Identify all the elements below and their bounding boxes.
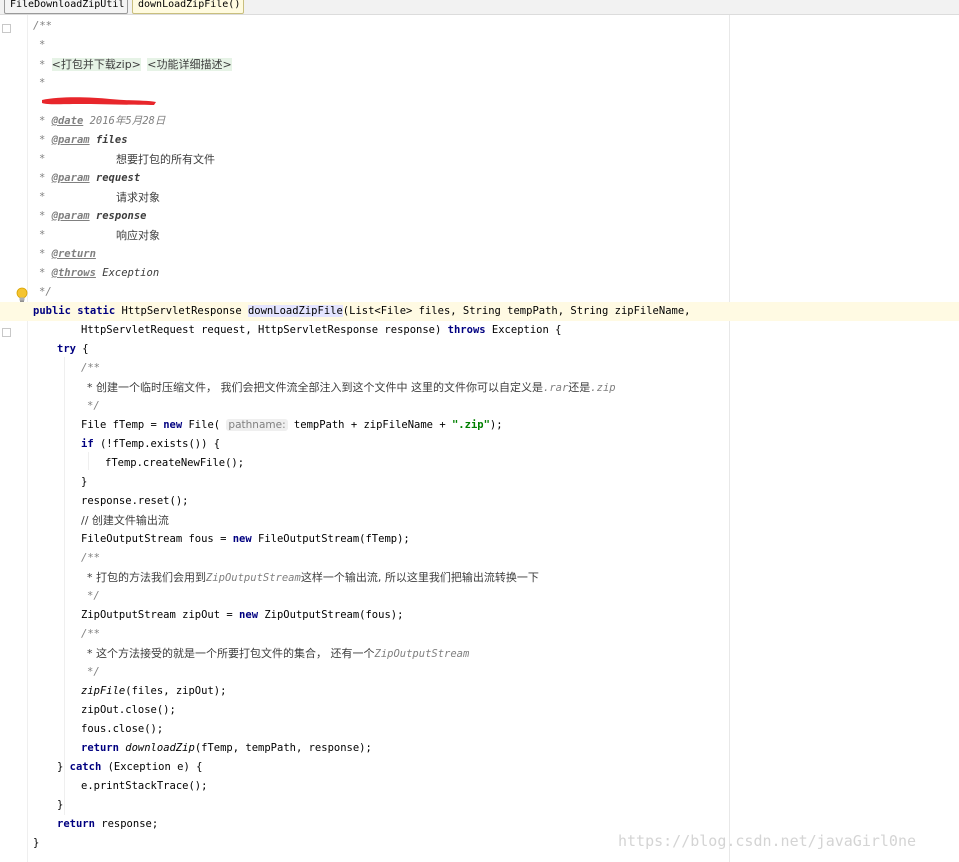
breadcrumb-method[interactable]: downLoadZipFile() — [132, 0, 244, 14]
code-line: if (!fTemp.exists()) { — [81, 438, 221, 450]
code-line: /** — [81, 362, 100, 374]
code-line: FileOutputStream fous = new FileOutputSt… — [81, 533, 410, 545]
lightbulb-icon[interactable] — [16, 287, 28, 303]
code-line: * 响应对象 — [39, 229, 160, 242]
code-line: * 想要打包的所有文件 — [39, 153, 215, 166]
code-line: * — [39, 77, 46, 89]
code-line: * @param request — [39, 172, 141, 184]
code-line: } catch (Exception e) { — [57, 761, 203, 773]
code-line: e.printStackTrace(); — [81, 780, 208, 792]
code-line: */ — [39, 286, 52, 298]
code-line: */ — [87, 590, 100, 602]
code-line: /** — [81, 552, 100, 564]
code-line: * 打包的方法我们会用到ZipOutputStream这样一个输出流, 所以这里… — [87, 571, 539, 584]
code-line: ZipOutputStream zipOut = new ZipOutputSt… — [81, 609, 404, 621]
code-line: zipOut.close(); — [81, 704, 176, 716]
code-line: File fTemp = new File( pathname: tempPat… — [81, 419, 503, 431]
code-line: * @param files — [39, 134, 128, 146]
code-line: } — [81, 476, 88, 488]
code-line: zipFile(files, zipOut); — [81, 685, 227, 697]
watermark: https://blog.csdn.net/javaGirl0ne — [618, 832, 917, 850]
redaction-mark — [42, 97, 156, 105]
code-line: * 请求对象 — [39, 191, 160, 204]
code-line: try { — [57, 343, 89, 355]
breadcrumb-class[interactable]: FileDownloadZipUtil — [4, 0, 128, 14]
code-line: * <打包并下载zip> <功能详细描述> — [39, 58, 232, 71]
code-line-current: public static HttpServletResponse downLo… — [0, 302, 959, 321]
code-line: * @throws Exception — [39, 267, 160, 279]
code-line: fous.close(); — [81, 723, 164, 735]
code-line: * @return — [39, 248, 96, 260]
code-line: * @date 2016年5月28日 — [39, 115, 166, 127]
method-name-highlight: downLoadZipFile — [247, 305, 343, 317]
code-line: */ — [87, 400, 100, 412]
code-line: fTemp.createNewFile(); — [105, 457, 245, 469]
code-line: */ — [87, 666, 100, 678]
code-line: HttpServletRequest request, HttpServletR… — [81, 324, 562, 336]
code-line: } — [57, 799, 64, 811]
code-line: * 创建一个临时压缩文件， 我们会把文件流全部注入到这个文件中 这里的文件你可以… — [87, 381, 616, 394]
code-line: * 这个方法接受的就是一个所要打包文件的集合， 还有一个ZipOutputStr… — [87, 647, 470, 660]
code-line: response.reset(); — [81, 495, 189, 507]
code-line: * — [39, 39, 46, 51]
breadcrumb: FileDownloadZipUtil downLoadZipFile() — [0, 0, 959, 15]
code-line: return downloadZip(fTemp, tempPath, resp… — [81, 742, 372, 754]
code-line: /** — [33, 20, 52, 32]
code-line: // 创建文件输出流 — [81, 514, 169, 527]
parameter-hint: pathname: — [226, 419, 288, 431]
code-line: /** — [81, 628, 100, 640]
code-line: * @param response — [39, 210, 147, 222]
